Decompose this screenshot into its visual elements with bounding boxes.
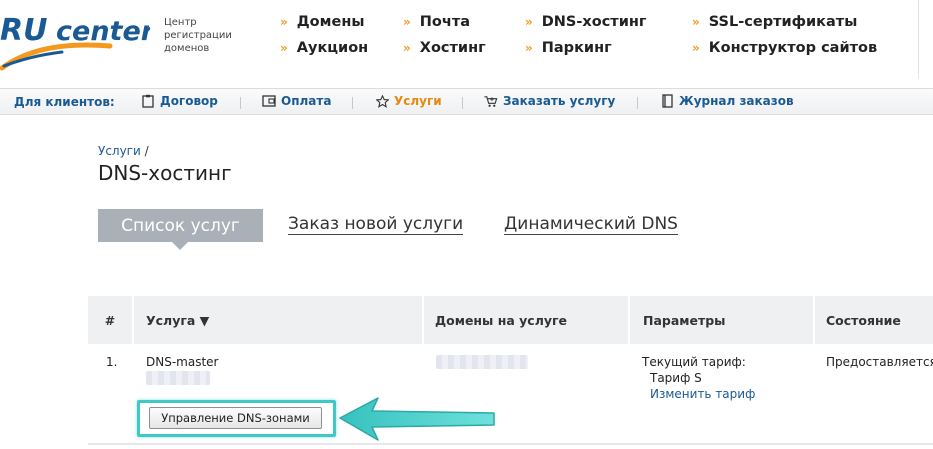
book-icon bbox=[660, 94, 674, 108]
nav-column-4: » SSL-сертификаты » Конструктор сайтов bbox=[692, 14, 877, 66]
nav-domains[interactable]: » Домены bbox=[280, 14, 368, 40]
nav-site-builder[interactable]: » Конструктор сайтов bbox=[692, 40, 877, 66]
col-number: # bbox=[88, 296, 132, 344]
row-number: 1. bbox=[106, 355, 118, 369]
client-bar-services[interactable]: Услуги bbox=[375, 94, 442, 108]
client-bar: Для клиентов: Договор Оплата Услуги Зака… bbox=[0, 88, 933, 115]
col-parameters: Параметры bbox=[630, 296, 813, 344]
nav-ssl[interactable]: » SSL-сертификаты bbox=[692, 14, 877, 40]
blurred-domain bbox=[436, 355, 528, 369]
row-status: Предоставляется bbox=[826, 355, 933, 369]
breadcrumb-services-link[interactable]: Услуги bbox=[98, 144, 141, 158]
row-tariff: Тариф S bbox=[650, 371, 702, 385]
change-tariff-link[interactable]: Изменить тариф bbox=[650, 387, 755, 401]
client-bar-label: Для клиентов: bbox=[14, 95, 115, 109]
header-edge bbox=[918, 0, 933, 78]
nav-mail[interactable]: » Почта bbox=[403, 14, 486, 40]
table-row-divider bbox=[88, 443, 933, 445]
logo-ru: RU bbox=[0, 13, 47, 48]
blurred-account-id bbox=[146, 371, 210, 385]
col-domains: Домены на услуге bbox=[424, 296, 628, 344]
row-params-label: Текущий тариф: bbox=[642, 355, 746, 369]
page-title: DNS-хостинг bbox=[98, 161, 232, 185]
services-table-header: # Услуга ▼ Домены на услуге Параметры Со… bbox=[88, 296, 933, 344]
tab-service-list[interactable]: Список услуг bbox=[98, 209, 263, 250]
ru-center-logo[interactable]: RU center bbox=[0, 0, 150, 80]
nav-auction[interactable]: » Аукцион bbox=[280, 40, 368, 66]
client-bar-payment[interactable]: Оплата bbox=[262, 94, 331, 108]
manage-dns-zones-button[interactable]: Управление DNS-зонами bbox=[149, 407, 322, 429]
cart-icon bbox=[484, 94, 498, 108]
col-status: Состояние bbox=[815, 296, 933, 344]
tab-new-service-order[interactable]: Заказ новой услуги bbox=[288, 214, 464, 235]
breadcrumb: Услуги / bbox=[98, 144, 149, 158]
wallet-icon bbox=[262, 94, 276, 108]
client-bar-contract[interactable]: Договор bbox=[141, 94, 218, 108]
star-icon bbox=[375, 94, 389, 108]
nav-hosting[interactable]: » Хостинг bbox=[403, 40, 486, 66]
tab-dynamic-dns[interactable]: Динамический DNS bbox=[504, 214, 678, 235]
nav-dns-hosting[interactable]: » DNS-хостинг bbox=[525, 14, 646, 40]
nav-column-1: » Домены » Аукцион bbox=[280, 14, 368, 66]
nav-column-2: » Почта » Хостинг bbox=[403, 14, 486, 66]
client-bar-order-service[interactable]: Заказать услугу bbox=[484, 94, 615, 108]
col-service-sortable[interactable]: Услуга ▼ bbox=[134, 296, 422, 344]
logo-subtitle: Центр регистрации доменов bbox=[164, 17, 232, 54]
logo-center: center bbox=[56, 16, 150, 47]
nav-parking[interactable]: » Паркинг bbox=[525, 40, 646, 66]
pointer-arrow-icon bbox=[339, 397, 495, 441]
client-bar-order-log[interactable]: Журнал заказов bbox=[660, 94, 794, 108]
clipboard-icon bbox=[141, 94, 155, 108]
nav-column-3: » DNS-хостинг » Паркинг bbox=[525, 14, 646, 66]
site-header: RU center Центр регистрации доменов » Дом… bbox=[0, 0, 933, 86]
row-service-name: DNS-master bbox=[146, 355, 219, 369]
